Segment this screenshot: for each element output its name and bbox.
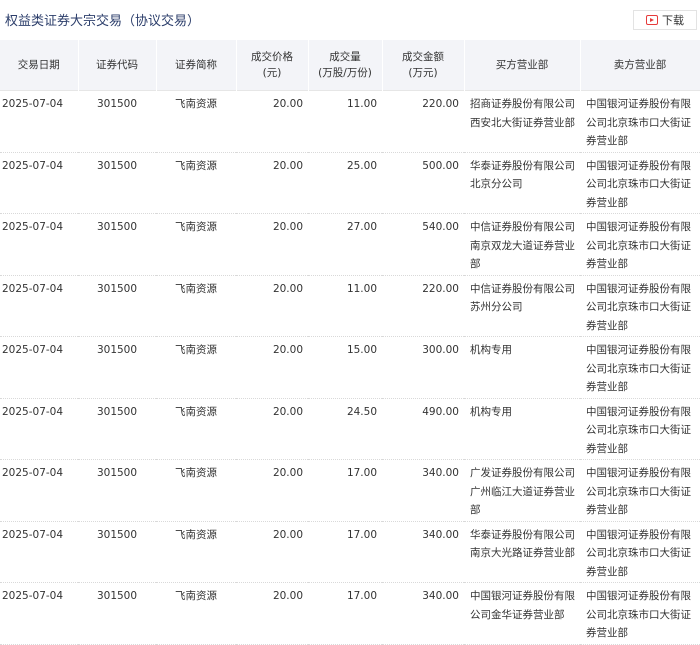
trade-date-cell: 2025-07-04 [2, 159, 64, 172]
header-volume: 成交量 (万股/万份) [308, 40, 383, 91]
security-name-cell: 飞南资源 [175, 528, 217, 541]
security-code-cell: 301500 [96, 344, 138, 356]
buyer-branch-cell: 中信证券股份有限公司苏州分公司 [470, 282, 575, 314]
trade-date-cell: 2025-07-04 [2, 590, 64, 602]
price-cell: 20.00 [272, 282, 303, 295]
seller-branch-cell: 中国银河证券股份有限公司北京珠市口大街证券营业部 [586, 221, 691, 270]
volume-cell: 17.00 [346, 467, 377, 479]
seller-branch-cell: 中国银河证券股份有限公司北京珠市口大街证券营业部 [586, 405, 691, 455]
table-row: 2025-07-04 301500 飞南资源 20.00 11.00 220.00 中信证券… [0, 275, 700, 337]
security-code-cell: 301500 [96, 467, 138, 479]
price-cell: 20.00 [272, 221, 303, 233]
volume-cell: 24.50 [346, 405, 377, 418]
table-row: 2025-07-04 301500 飞南资源 20.00 25.00 500.00 华泰证券… [0, 152, 700, 214]
seller-branch-cell: 中国银河证券股份有限公司北京珠市口大街证券营业部 [586, 344, 691, 393]
security-name-cell: 飞南资源 [175, 590, 217, 602]
security-name-cell: 飞南资源 [175, 159, 217, 172]
header-security-name: 证券简称 [156, 40, 237, 91]
table-row: 2025-07-04 301500 飞南资源 20.00 17.00 340.00 中国银河… [0, 583, 700, 644]
buyer-branch-cell: 中信证券股份有限公司南京双龙大道证券营业部 [470, 221, 575, 270]
price-cell: 20.00 [272, 159, 303, 172]
amount-cell: 340.00 [422, 590, 459, 602]
header-amount: 成交金额 (万元) [382, 40, 465, 91]
seller-branch-cell: 中国银河证券股份有限公司北京珠市口大街证券营业部 [586, 467, 691, 516]
volume-cell: 17.00 [346, 528, 377, 541]
trade-date-cell: 2025-07-04 [2, 344, 64, 356]
header-buyer: 买方营业部 [464, 40, 581, 91]
table-row: 2025-07-04 301500 飞南资源 20.00 17.00 340.00 广发证券… [0, 460, 700, 521]
price-cell: 20.00 [272, 344, 303, 356]
amount-cell: 490.00 [422, 405, 459, 418]
table-header-row: 交易日期 证券代码 证券简称 成交价格 (元) 成交量 (万股/万份) 成交金额 (万元) 买方营… [0, 40, 700, 91]
price-cell: 20.00 [272, 590, 303, 602]
security-name-cell: 飞南资源 [175, 98, 217, 110]
trade-date-cell: 2025-07-04 [2, 282, 64, 295]
page-title: 权益类证券大宗交易（协议交易） [5, 14, 201, 29]
table-row: 2025-07-04 301500 飞南资源 20.00 27.00 540.00 中信证券… [0, 214, 700, 275]
seller-branch-cell: 中国银河证券股份有限公司北京珠市口大街证券营业部 [586, 98, 691, 147]
buyer-branch-cell: 机构专用 [470, 344, 512, 356]
block-trade-table: 交易日期 证券代码 证券简称 成交价格 (元) 成交量 (万股/万份) 成交金额 (万元) 买方营… [0, 40, 700, 645]
price-cell: 20.00 [272, 528, 303, 541]
trade-date-cell: 2025-07-04 [2, 528, 64, 541]
trade-date-cell: 2025-07-04 [2, 467, 64, 479]
amount-cell: 300.00 [422, 344, 459, 356]
buyer-branch-cell: 中国银河证券股份有限公司金华证券营业部 [470, 590, 575, 621]
download-label: 下载 [662, 14, 684, 27]
seller-branch-cell: 中国银河证券股份有限公司北京珠市口大街证券营业部 [586, 528, 691, 578]
security-code-cell: 301500 [96, 590, 138, 602]
amount-cell: 220.00 [422, 98, 459, 110]
volume-cell: 15.00 [346, 344, 377, 356]
security-name-cell: 飞南资源 [175, 344, 217, 356]
security-name-cell: 飞南资源 [175, 221, 217, 233]
trade-date-cell: 2025-07-04 [2, 221, 64, 233]
price-cell: 20.00 [272, 467, 303, 479]
table-row: 2025-07-04 301500 飞南资源 20.00 15.00 300.00 机构专用… [0, 337, 700, 398]
trade-date-cell: 2025-07-04 [2, 405, 64, 418]
buyer-branch-cell: 广发证券股份有限公司广州临江大道证券营业部 [470, 467, 575, 516]
buyer-branch-cell: 机构专用 [470, 405, 512, 418]
amount-cell: 500.00 [422, 159, 459, 172]
amount-cell: 220.00 [422, 282, 459, 295]
buyer-branch-cell: 招商证券股份有限公司西安北大街证券营业部 [470, 98, 575, 129]
security-code-cell: 301500 [96, 98, 138, 110]
header-security-code: 证券代码 [78, 40, 157, 91]
price-cell: 20.00 [272, 98, 303, 110]
security-name-cell: 飞南资源 [175, 282, 217, 295]
security-code-cell: 301500 [96, 159, 138, 172]
security-name-cell: 飞南资源 [175, 467, 217, 479]
volume-cell: 17.00 [346, 590, 377, 602]
table-row: 2025-07-04 301500 飞南资源 20.00 24.50 490.00 机构专用… [0, 398, 700, 460]
seller-branch-cell: 中国银河证券股份有限公司北京珠市口大街证券营业部 [586, 282, 691, 332]
buyer-branch-cell: 华泰证券股份有限公司北京分公司 [470, 159, 575, 191]
buyer-branch-cell: 华泰证券股份有限公司南京大光路证券营业部 [470, 528, 575, 560]
security-code-cell: 301500 [96, 282, 138, 295]
table-row: 2025-07-04 301500 飞南资源 20.00 11.00 220.00 招商证券… [0, 91, 700, 152]
security-name-cell: 飞南资源 [175, 405, 217, 418]
security-code-cell: 301500 [96, 528, 138, 541]
header-trade-date: 交易日期 [0, 40, 79, 91]
page-header: 权益类证券大宗交易（协议交易） 下载 [0, 0, 700, 38]
table-body: 2025-07-04 301500 飞南资源 20.00 11.00 220.00 招商证券… [0, 91, 700, 644]
amount-cell: 540.00 [422, 221, 459, 233]
header-seller: 卖方营业部 [580, 40, 700, 91]
security-code-cell: 301500 [96, 221, 138, 233]
volume-cell: 11.00 [346, 282, 377, 295]
table-row: 2025-07-04 301500 飞南资源 20.00 17.00 340.00 华泰证券… [0, 521, 700, 583]
security-code-cell: 301500 [96, 405, 138, 418]
price-cell: 20.00 [272, 405, 303, 418]
amount-cell: 340.00 [422, 528, 459, 541]
header-price: 成交价格 (元) [236, 40, 309, 91]
seller-branch-cell: 中国银河证券股份有限公司北京珠市口大街证券营业部 [586, 590, 691, 639]
seller-branch-cell: 中国银河证券股份有限公司北京珠市口大街证券营业部 [586, 159, 691, 209]
download-icon [646, 15, 658, 25]
volume-cell: 25.00 [346, 159, 377, 172]
volume-cell: 11.00 [346, 98, 377, 110]
download-button[interactable]: 下载 [633, 10, 697, 30]
trade-date-cell: 2025-07-04 [2, 98, 64, 110]
volume-cell: 27.00 [346, 221, 377, 233]
amount-cell: 340.00 [422, 467, 459, 479]
